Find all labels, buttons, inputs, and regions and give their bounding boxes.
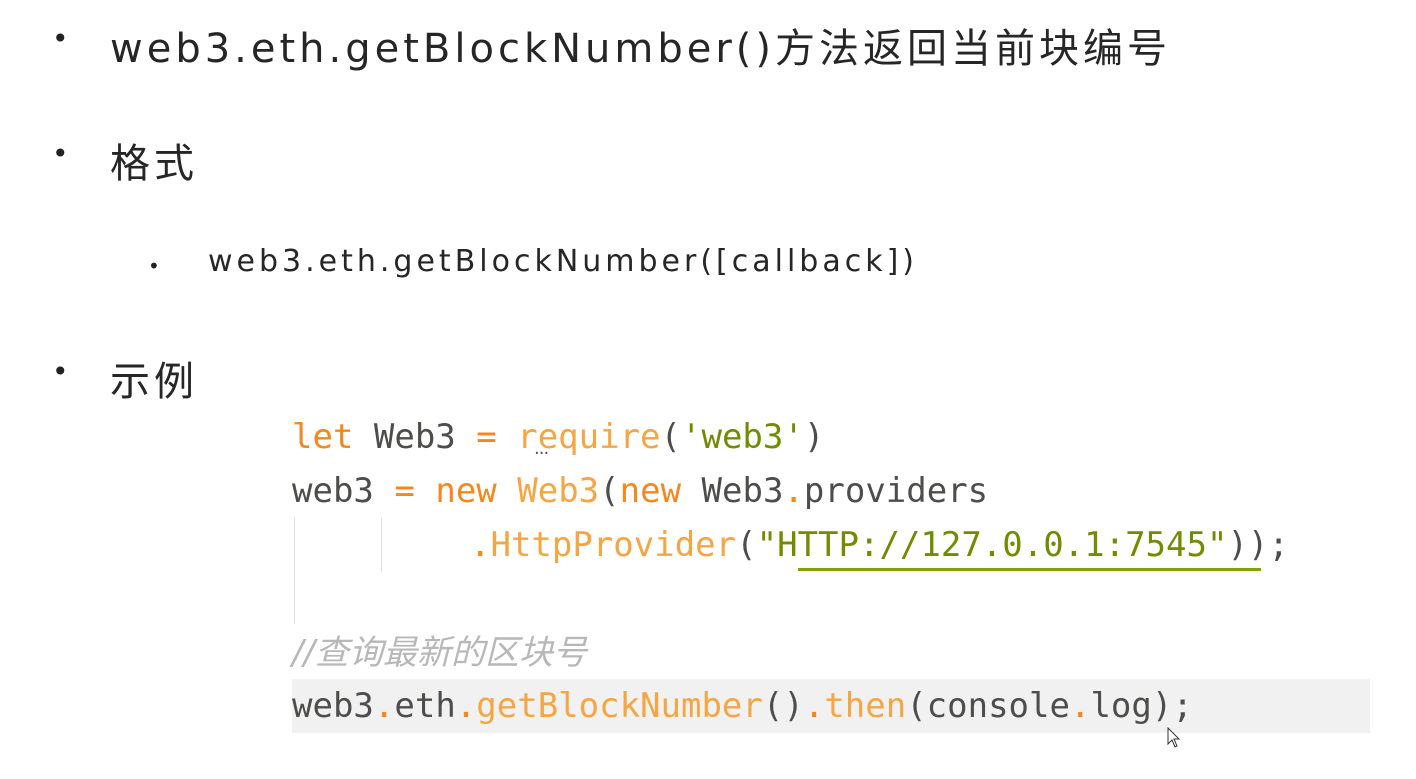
dot: . (1069, 686, 1091, 726)
heading-example: 示例 (110, 359, 198, 405)
paren: ( (660, 417, 682, 457)
function-http-provider: HttpProvider (490, 525, 737, 565)
identifier: web3 (292, 471, 374, 511)
bullet-icon: • (52, 137, 69, 170)
dot: . (373, 686, 395, 726)
mouse-pointer-icon (1167, 727, 1181, 748)
string-quote: " (756, 525, 778, 565)
string-literal: 'web3' (681, 417, 804, 457)
keyword-let: let (292, 417, 354, 457)
bullet-icon: • (52, 22, 69, 55)
paren: )); (1227, 525, 1289, 565)
paren: () (762, 686, 804, 726)
paren: ); (1151, 686, 1193, 726)
keyword-new: new (435, 471, 497, 511)
url-string: HTTP://127.0.0.1:7545 (777, 525, 1207, 565)
paren: ) (803, 417, 825, 457)
property: log (1090, 686, 1152, 726)
code-line-5: web3.eth.getBlockNumber().then(console.l… (292, 679, 1193, 733)
function-require: equire (537, 417, 661, 457)
dot: . (803, 686, 825, 726)
identifier: web3 (292, 686, 374, 726)
function-then: then (824, 686, 907, 726)
dot: . (470, 525, 491, 565)
identifier: Web3 (701, 471, 784, 511)
format-signature: web3.eth.getBlockNumber([callback]) (208, 244, 918, 279)
class-web3: Web3 (517, 471, 600, 511)
bullet-icon: • (52, 355, 69, 388)
keyword-new: new (619, 471, 682, 511)
method-description: 方法返回当前块编号 (775, 26, 1171, 72)
heading-format: 格式 (110, 141, 198, 187)
indent-guide (381, 518, 382, 572)
indent-guide (294, 518, 295, 624)
link-underline (798, 568, 1261, 571)
method-name: web3.eth.getBlockNumber() (110, 26, 775, 72)
dot: . (783, 471, 804, 511)
sub-bullet-icon: • (148, 254, 160, 278)
identifier: console (926, 686, 1070, 726)
paren: ( (599, 471, 620, 511)
property: eth (394, 686, 456, 726)
code-line-2: web3 = new Web3(new Web3.providers (292, 464, 988, 518)
operator: = (476, 417, 497, 457)
dot: . (455, 686, 477, 726)
string-quote: " (1206, 525, 1228, 565)
heading-get-block-number: web3.eth.getBlockNumber()方法返回当前块编号 (110, 16, 1171, 74)
code-line-1: let Web3 = require('web3') (292, 410, 824, 464)
code-comment: //查询最新的区块号 (292, 633, 587, 673)
paren: ( (736, 525, 757, 565)
operator: = (394, 471, 415, 511)
paren: ( (906, 686, 927, 726)
code-line-3: .HttpProvider("HTTP://127.0.0.1:7545")); (470, 518, 1289, 572)
ellipsis-hint-icon: ··· (534, 443, 549, 464)
function-get-block-number: getBlockNumber (476, 686, 763, 726)
property: providers (803, 471, 989, 511)
identifier: Web3 (353, 417, 477, 457)
